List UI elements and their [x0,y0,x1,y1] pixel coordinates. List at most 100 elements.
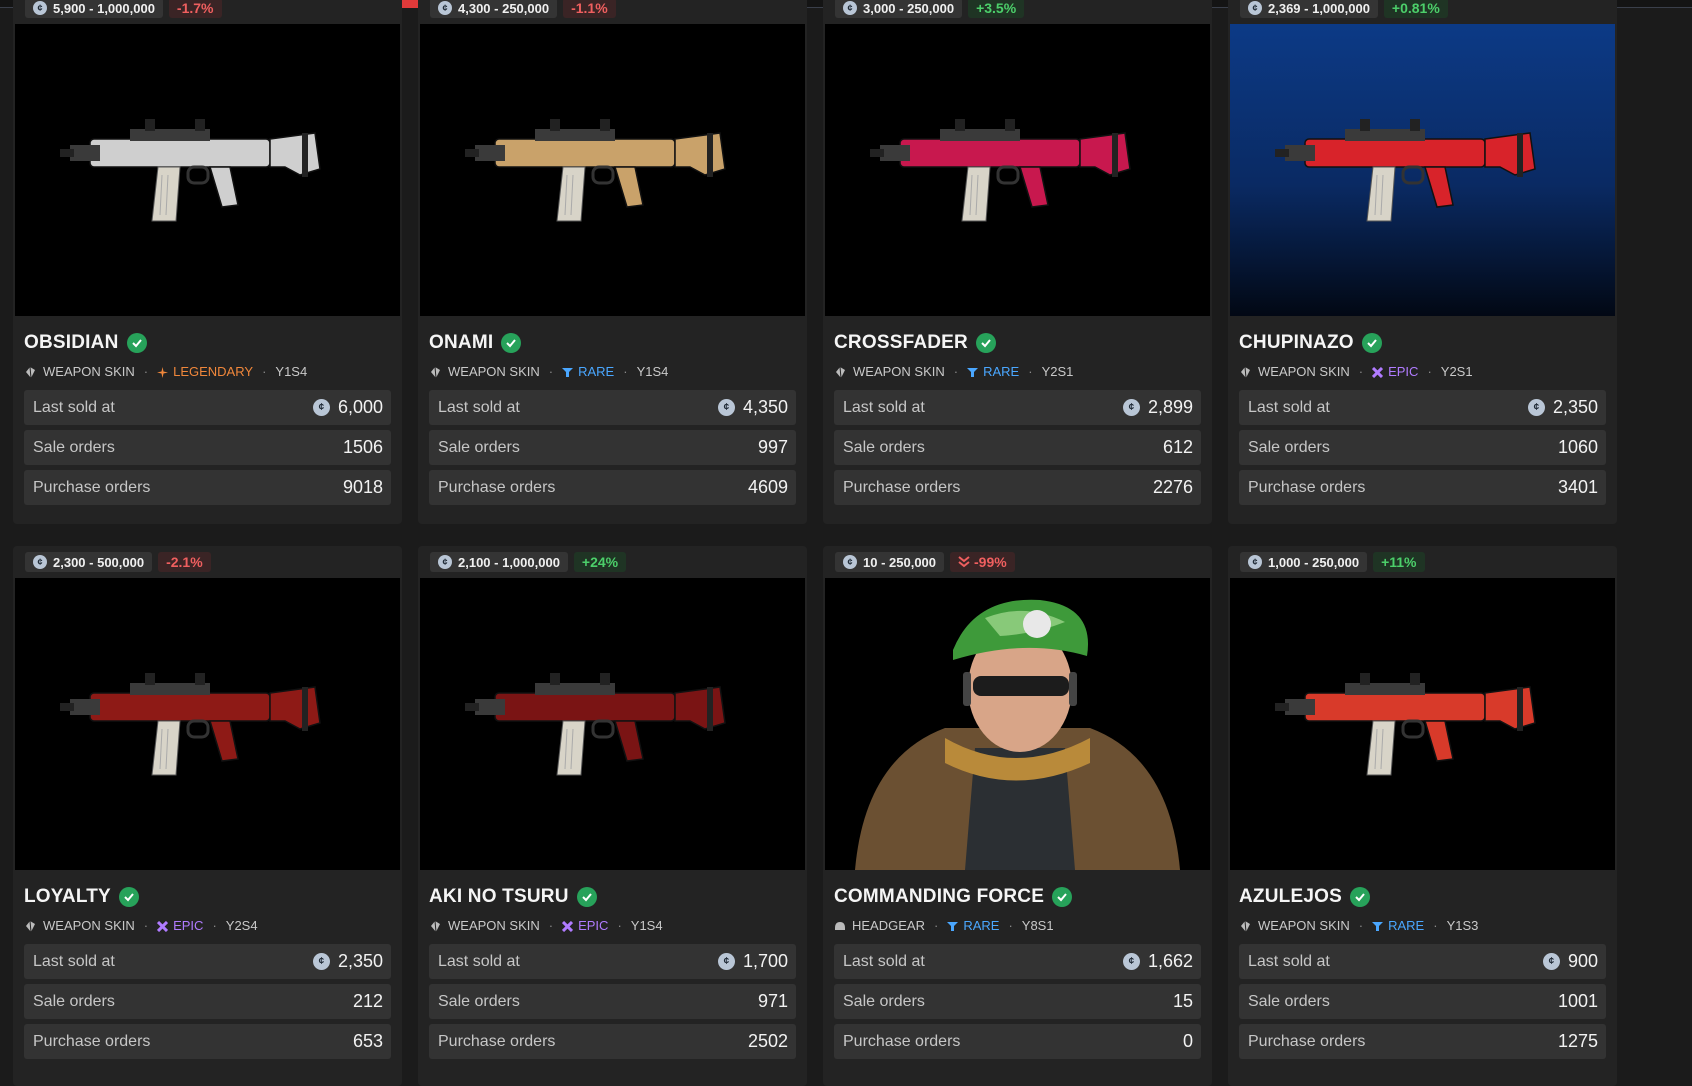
sale-orders-row: Sale orders 212 [24,984,391,1019]
purchase-orders-label: Purchase orders [843,478,961,496]
item-card[interactable]: ¢ 1,000 - 250,000 +11% AZULEJOS WEAPON S… [1228,546,1617,1086]
item-card[interactable]: ¢ 4,300 - 250,000 -1.1% ONAMI WEAPON SKI… [418,0,807,524]
sale-orders-label: Sale orders [843,438,925,456]
weapon-skin-icon [429,363,442,378]
rarity-label: RARE [1388,917,1425,933]
separator-dot: · [953,363,959,379]
rare-funnel-icon [1372,918,1384,933]
item-name[interactable]: LOYALTY [24,886,111,908]
item-name[interactable]: CHUPINAZO [1239,332,1354,354]
separator-dot: · [548,363,554,379]
sale-orders-value: 1001 [1557,991,1598,1011]
last-sold-price: 2,350 [1552,397,1598,417]
purchase-orders-row: Purchase orders 1275 [1239,1024,1606,1059]
sale-orders-row: Sale orders 1506 [24,430,391,465]
price-range-badge: ¢ 1,000 - 250,000 [1240,552,1368,572]
item-type: WEAPON SKIN [853,363,945,379]
item-card[interactable]: ¢ 2,100 - 1,000,000 +24% AKI NO TSURU WE… [418,546,807,1086]
sale-orders-row: Sale orders 15 [834,984,1201,1019]
item-meta: WEAPON SKIN · RARE · Y1S3 [1228,912,1617,938]
price-range: 3,000 - 250,000 [863,0,955,16]
item-stats: Last sold at ¢ 1,662 Sale orders 15 Purc… [823,938,1212,1059]
purchase-orders-row: Purchase orders 3401 [1239,470,1606,505]
price-change: +24% [581,554,619,570]
rare-funnel-icon [947,918,959,933]
purchase-orders-value: 4609 [747,477,788,497]
item-meta: WEAPON SKIN · RARE · Y2S1 [823,358,1212,384]
item-meta: HEADGEAR · RARE · Y8S1 [823,912,1212,938]
verified-check-icon [118,887,139,907]
item-render-icon [465,119,726,222]
last-sold-price: 1,700 [742,951,788,971]
item-stats: Last sold at ¢ 2,350 Sale orders 212 Pur… [13,938,402,1059]
sale-orders-label: Sale orders [33,992,115,1010]
item-image[interactable] [1230,578,1615,870]
double-chevron-down-icon [958,556,970,568]
item-title-row: AZULEJOS [1228,870,1617,912]
item-title-row: AKI NO TSURU [418,870,807,912]
credit-coin-icon: ¢ [1248,555,1262,569]
separator-dot: · [143,363,149,379]
item-name[interactable]: AKI NO TSURU [429,886,569,908]
card-header: ¢ 10 - 250,000 -99% [823,546,1212,578]
item-grid: ¢ 5,900 - 1,000,000 -1.7% OBSIDIAN WEAPO… [13,0,1617,1086]
sale-orders-label: Sale orders [1248,992,1330,1010]
separator-dot: · [1358,363,1364,379]
purchase-orders-row: Purchase orders 653 [24,1024,391,1059]
price-range: 2,369 - 1,000,000 [1268,0,1370,16]
item-image[interactable] [1230,24,1615,316]
last-sold-price: 6,000 [337,397,383,417]
item-card[interactable]: ¢ 10 - 250,000 -99% COMMANDING FORCE HEA… [823,546,1212,1086]
sale-orders-label: Sale orders [843,992,925,1010]
purchase-orders-label: Purchase orders [1248,1032,1366,1050]
item-name[interactable]: AZULEJOS [1239,886,1342,908]
item-title-row: CROSSFADER [823,316,1212,358]
item-name[interactable]: OBSIDIAN [24,332,119,354]
last-sold-price: 2,350 [337,951,383,971]
last-sold-label: Last sold at [843,952,925,970]
last-sold-label: Last sold at [33,952,115,970]
item-render-icon [870,119,1131,222]
item-name[interactable]: ONAMI [429,332,493,354]
card-header: ¢ 5,900 - 1,000,000 -1.7% [13,0,402,24]
item-image[interactable] [15,24,400,316]
item-type: WEAPON SKIN [43,917,135,933]
price-change: -1.1% [571,0,608,16]
rare-funnel-icon [967,364,979,379]
item-meta: WEAPON SKIN · RARE · Y1S4 [418,358,807,384]
item-name[interactable]: CROSSFADER [834,332,968,354]
item-card[interactable]: ¢ 2,300 - 500,000 -2.1% LOYALTY WEAPON S… [13,546,402,1086]
verified-check-icon [576,887,597,907]
last-sold-value: ¢ 1,700 [717,951,788,972]
separator-dot: · [212,917,217,933]
item-render-icon [60,673,321,776]
item-card[interactable]: ¢ 5,900 - 1,000,000 -1.7% OBSIDIAN WEAPO… [13,0,402,524]
item-image[interactable] [420,24,805,316]
last-sold-row: Last sold at ¢ 4,350 [429,390,796,425]
item-name[interactable]: COMMANDING FORCE [834,886,1044,908]
operator-render-icon [855,599,1180,870]
purchase-orders-label: Purchase orders [33,1032,151,1050]
item-card[interactable]: ¢ 3,000 - 250,000 +3.5% CROSSFADER WEAPO… [823,0,1212,524]
legendary-star-icon [157,364,169,379]
item-image[interactable] [15,578,400,870]
separator-dot: · [1427,363,1432,379]
item-meta: WEAPON SKIN · LEGENDARY · Y1S4 [13,358,402,384]
credit-coin-icon: ¢ [1122,953,1140,970]
credit-coin-icon: ¢ [717,953,735,970]
sale-orders-value: 15 [1172,991,1193,1011]
item-image[interactable] [825,578,1210,870]
price-change: -1.7% [176,0,214,16]
item-title-row: OBSIDIAN [13,316,402,358]
item-card[interactable]: ¢ 2,369 - 1,000,000 +0.81% CHUPINAZO WEA… [1228,0,1617,524]
price-range: 5,900 - 1,000,000 [53,0,155,16]
item-image[interactable] [420,578,805,870]
last-sold-value: ¢ 2,350 [1527,397,1598,418]
purchase-orders-label: Purchase orders [843,1032,961,1050]
card-header: ¢ 3,000 - 250,000 +3.5% [823,0,1212,24]
credit-coin-icon: ¢ [438,555,452,569]
last-sold-price: 1,662 [1147,951,1193,971]
item-stats: Last sold at ¢ 6,000 Sale orders 1506 Pu… [13,384,402,505]
last-sold-value: ¢ 2,899 [1122,397,1193,418]
item-image[interactable] [825,24,1210,316]
